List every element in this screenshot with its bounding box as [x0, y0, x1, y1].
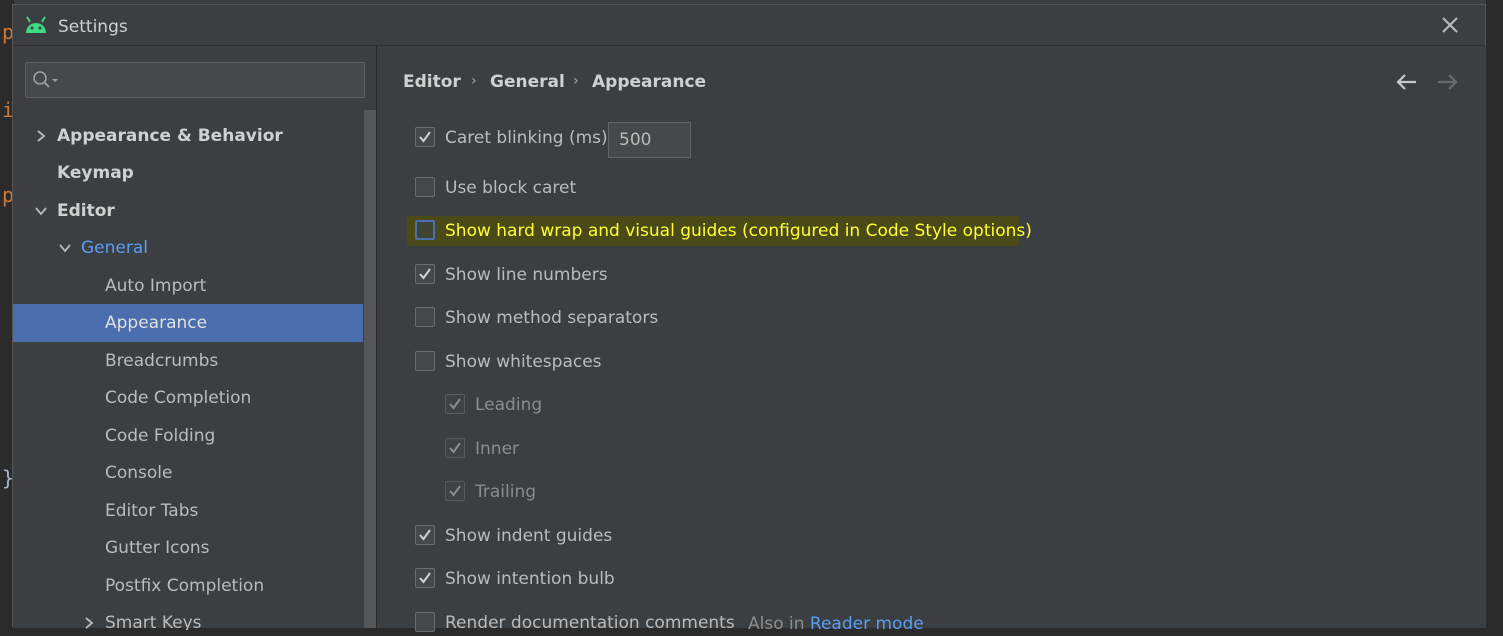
option-show-line-numbers[interactable]: Show line numbers: [415, 262, 715, 288]
option-label: Show indent guides: [445, 526, 613, 546]
close-icon[interactable]: [1439, 14, 1461, 36]
option-show-method-separators[interactable]: Show method separators: [415, 305, 715, 331]
arrow-left-icon[interactable]: [1395, 72, 1419, 92]
also-in-label: Also in: [748, 614, 805, 634]
tree-item-console[interactable]: Console: [13, 454, 363, 492]
checkmark-icon: [419, 529, 431, 541]
checkbox[interactable]: [445, 481, 465, 501]
option-label: Show whitespaces: [445, 352, 602, 372]
option-label: Show method separators: [445, 308, 659, 328]
checkbox[interactable]: [415, 351, 435, 371]
checkbox[interactable]: [415, 177, 435, 197]
chevron-down-icon: [35, 207, 47, 216]
tree-item-code-folding[interactable]: Code Folding: [13, 417, 363, 455]
option-label: Show intention bulb: [445, 569, 615, 589]
option-label: Trailing: [475, 482, 537, 502]
tree-item-label: Appearance & Behavior: [57, 126, 283, 146]
option-inner[interactable]: Inner: [445, 436, 645, 462]
tree-item-postfix-completion[interactable]: Postfix Completion: [13, 567, 363, 605]
breadcrumb-item: Appearance: [592, 72, 707, 92]
option-render-doc-comments[interactable]: Render documentation comments: [415, 610, 735, 636]
option-leading[interactable]: Leading: [445, 392, 645, 418]
tree-item-label: Breadcrumbs: [105, 351, 219, 371]
option-label: Show hard wrap and visual guides (config…: [445, 221, 1032, 241]
checkbox[interactable]: [415, 220, 435, 240]
tree-item-code-completion[interactable]: Code Completion: [13, 379, 363, 417]
search-icon: [33, 71, 58, 88]
option-show-whitespaces[interactable]: Show whitespaces: [415, 349, 715, 375]
checkmark-icon: [419, 572, 431, 584]
checkbox[interactable]: [415, 264, 435, 284]
option-label: Leading: [475, 395, 543, 415]
chevron-down-icon: [59, 244, 71, 253]
breadcrumb-separator: ›: [573, 73, 579, 89]
checkbox[interactable]: [415, 525, 435, 545]
checkbox[interactable]: [415, 612, 435, 632]
tree-item-label: Auto Import: [105, 276, 207, 296]
tree-item-label: Postfix Completion: [105, 576, 265, 596]
checkbox[interactable]: [445, 394, 465, 414]
option-show-hard-wrap[interactable]: Show hard wrap and visual guides (config…: [415, 218, 1035, 244]
background-right-edge: [1486, 0, 1503, 627]
tree-item-smart-keys[interactable]: Smart Keys: [13, 604, 363, 630]
tree-item-label: Editor Tabs: [105, 501, 199, 521]
dialog-title: Settings: [58, 17, 128, 37]
tree-item-keymap[interactable]: Keymap: [13, 154, 363, 192]
settings-content: Editor › General › Appearance Caret blin…: [377, 46, 1486, 634]
tree-item-label: Editor: [57, 201, 115, 221]
chevron-right-icon: [85, 617, 94, 629]
caret-blink-ms-field[interactable]: 500: [608, 122, 691, 158]
checkmark-icon: [449, 442, 461, 454]
option-label: Inner: [475, 439, 520, 459]
tree-item-breadcrumbs[interactable]: Breadcrumbs: [13, 342, 363, 380]
checkmark-icon: [449, 485, 461, 497]
checkmark-icon: [449, 398, 461, 410]
tree-item-appearance[interactable]: Appearance: [13, 304, 363, 342]
tree-item-editor[interactable]: Editor: [13, 192, 363, 230]
option-label: Render documentation comments: [445, 613, 735, 633]
tree-item-gutter-icons[interactable]: Gutter Icons: [13, 529, 363, 567]
option-label: Caret blinking (ms):: [445, 128, 614, 148]
tree-item-appearance-behavior[interactable]: Appearance & Behavior: [13, 117, 363, 155]
option-show-intention-bulb[interactable]: Show intention bulb: [415, 566, 715, 592]
option-caret-blinking[interactable]: Caret blinking (ms):: [415, 125, 615, 151]
tree-item-label: Smart Keys: [105, 613, 202, 630]
tree-item-label: Keymap: [57, 163, 134, 183]
tree-item-label: Code Completion: [105, 388, 252, 408]
option-trailing[interactable]: Trailing: [445, 479, 645, 505]
tree-item-general[interactable]: General: [13, 229, 363, 267]
settings-sidebar: Appearance & Behavior Keymap Editor Gene…: [13, 46, 376, 630]
settings-dialog: Settings Appearance & Behavior Keymap Ed…: [12, 4, 1486, 634]
sidebar-scrollbar[interactable]: [364, 110, 376, 628]
checkbox[interactable]: [415, 307, 435, 327]
tree-item-label: Console: [105, 463, 173, 483]
tree-item-label: Code Folding: [105, 426, 216, 446]
search-input[interactable]: [25, 62, 365, 98]
tree-item-editor-tabs[interactable]: Editor Tabs: [13, 492, 363, 530]
tree-item-auto-import[interactable]: Auto Import: [13, 267, 363, 305]
title-bar: Settings: [13, 5, 1485, 46]
android-icon: [26, 16, 46, 33]
tree-item-label: Gutter Icons: [105, 538, 210, 558]
option-show-indent-guides[interactable]: Show indent guides: [415, 523, 715, 549]
checkmark-icon: [419, 131, 431, 143]
option-use-block-caret[interactable]: Use block caret: [415, 175, 715, 201]
checkbox[interactable]: [415, 568, 435, 588]
option-label: Show line numbers: [445, 265, 608, 285]
breadcrumb-item[interactable]: General: [490, 72, 565, 92]
tree-item-label: Appearance: [105, 313, 208, 333]
arrow-right-icon[interactable]: [1435, 72, 1459, 92]
checkbox[interactable]: [415, 127, 435, 147]
breadcrumb-item[interactable]: Editor: [403, 72, 461, 92]
tree-item-label: General: [81, 238, 148, 258]
reader-mode-link[interactable]: Reader mode: [810, 614, 924, 634]
settings-tree: Appearance & Behavior Keymap Editor Gene…: [13, 110, 363, 630]
checkbox[interactable]: [445, 438, 465, 458]
checkmark-icon: [419, 268, 431, 280]
option-label: Use block caret: [445, 178, 577, 198]
reader-mode-note: Also in Reader mode: [748, 614, 924, 634]
chevron-right-icon: [37, 130, 46, 142]
breadcrumb-separator: ›: [471, 73, 477, 89]
